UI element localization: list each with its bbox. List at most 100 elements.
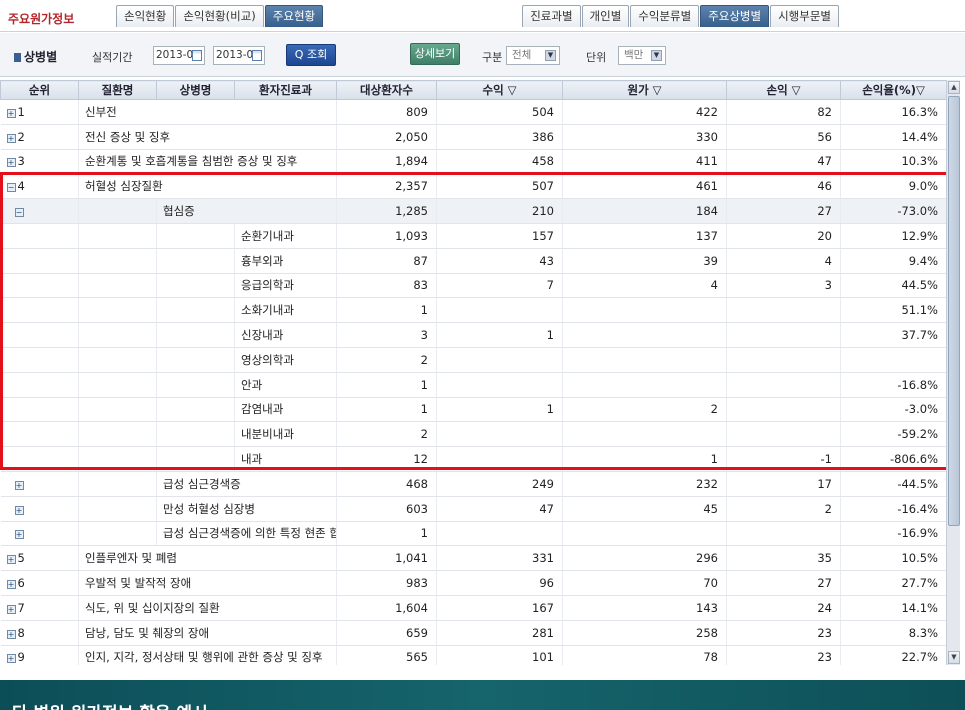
- main-tab-1[interactable]: 손익현황(비교): [175, 5, 264, 27]
- profit-cell: 47: [726, 149, 841, 175]
- column-header-6[interactable]: 원가 ▽: [562, 80, 727, 100]
- table-row[interactable]: +5 인플루엔자 및 폐렴 1,041 331 296 35 10.5%: [0, 545, 946, 572]
- chevron-down-icon[interactable]: ▼: [545, 50, 556, 61]
- table-row[interactable]: +8 담낭, 담도 및 췌장의 장애 659 281 258 23 8.3%: [0, 620, 946, 646]
- table-row[interactable]: 흉부외과 87 43 39 4 9.4%: [0, 248, 946, 274]
- expand-icon[interactable]: +: [14, 480, 24, 490]
- table-row[interactable]: + 만성 허혈성 심장병 603 47 45 2 -16.4%: [0, 496, 946, 522]
- table-body: +1 신부전 809 504 422 82 16.3% +2 전신 증상 및 징후 2,050 38…: [0, 99, 946, 665]
- table-row[interactable]: − 협심증 1,285 210 184 27 -73.0%: [0, 198, 946, 224]
- department-cell: 내과: [234, 446, 337, 472]
- table-row[interactable]: 신장내과 3 1 37.7%: [0, 322, 946, 348]
- table-row[interactable]: +1 신부전 809 504 422 82 16.3%: [0, 99, 946, 125]
- patients-cell: 1,041: [336, 545, 437, 572]
- cost-cell: [562, 372, 727, 398]
- patients-cell: 1: [336, 372, 437, 398]
- calendar-icon[interactable]: [252, 50, 262, 61]
- patients-cell: 565: [336, 645, 437, 665]
- main-tab-0[interactable]: 손익현황: [116, 5, 175, 27]
- table-row[interactable]: + 급성 심근경색증 468 249 232 17 -44.5%: [0, 471, 946, 497]
- column-header-8[interactable]: 손익율(%)▽: [840, 80, 946, 100]
- table-row[interactable]: −4 허혈성 심장질환 2,357 507 461 46 9.0%: [0, 173, 946, 200]
- scroll-down-icon[interactable]: ▼: [948, 651, 960, 664]
- diagnosis-cell: [156, 297, 235, 324]
- sub-tab-4[interactable]: 시행부문별: [770, 5, 839, 27]
- patients-cell: 809: [336, 99, 437, 125]
- table-row[interactable]: 내과 12 1 -1 -806.6%: [0, 446, 946, 472]
- collapse-icon[interactable]: −: [6, 183, 16, 193]
- rank-cell: +5: [0, 545, 79, 572]
- diagnosis-cell: [156, 372, 235, 398]
- scroll-up-icon[interactable]: ▲: [948, 81, 960, 94]
- patients-cell: 1,285: [336, 198, 437, 224]
- profit-cell: 20: [726, 223, 841, 249]
- search-button[interactable]: Q 조회: [286, 44, 336, 66]
- table-row[interactable]: 내분비내과 2 -59.2%: [0, 421, 946, 448]
- expand-icon[interactable]: +: [6, 108, 16, 118]
- column-header-5[interactable]: 수익 ▽: [436, 80, 563, 100]
- expand-icon[interactable]: +: [6, 629, 16, 639]
- column-header-1[interactable]: 질환명: [78, 80, 157, 100]
- revenue-cell: [436, 421, 563, 448]
- category-label: 구분: [482, 51, 503, 64]
- profit-cell: 82: [726, 99, 841, 125]
- unit-select[interactable]: 백만 ▼: [618, 46, 666, 65]
- date-from-input[interactable]: 2013-04: [153, 46, 205, 65]
- table-row[interactable]: 영상의학과 2: [0, 347, 946, 373]
- table-row[interactable]: + 급성 심근경색증에 의한 특정 현존 합 1 -16.9%: [0, 521, 946, 547]
- expand-icon[interactable]: +: [6, 654, 16, 664]
- revenue-cell: [436, 372, 563, 398]
- rank-cell: +1: [0, 99, 79, 125]
- scroll-thumb[interactable]: [948, 96, 960, 526]
- table-row[interactable]: 안과 1 -16.8%: [0, 372, 946, 398]
- table-row[interactable]: 순환기내과 1,093 157 137 20 12.9%: [0, 223, 946, 249]
- sub-tab-1[interactable]: 개인별: [581, 5, 630, 27]
- column-header-0[interactable]: 순위: [0, 80, 79, 100]
- chevron-down-icon[interactable]: ▼: [651, 50, 662, 61]
- cost-cell: [562, 322, 727, 348]
- sub-tab-2[interactable]: 수익분류별: [630, 5, 700, 27]
- cost-cell: 330: [562, 124, 727, 150]
- expand-icon[interactable]: +: [6, 580, 16, 590]
- expand-icon[interactable]: +: [6, 604, 16, 614]
- main-tab-2[interactable]: 주요현황: [264, 5, 324, 27]
- cost-cell: 4: [562, 273, 727, 299]
- expand-icon[interactable]: +: [14, 530, 24, 540]
- rank-cell: −: [0, 198, 79, 224]
- expand-icon[interactable]: +: [14, 505, 24, 515]
- column-header-7[interactable]: 손익 ▽: [726, 80, 841, 100]
- cost-cell: 2: [562, 397, 727, 423]
- expand-icon[interactable]: +: [6, 158, 16, 168]
- column-header-3[interactable]: 환자진료과: [234, 80, 337, 100]
- vertical-scrollbar[interactable]: ▲ ▼: [946, 80, 960, 665]
- patients-cell: 1,894: [336, 149, 437, 175]
- table-row[interactable]: +9 인지, 지각, 정서상태 및 행위에 관한 증상 및 징후 565 101 78 2…: [0, 645, 946, 665]
- table-row[interactable]: +2 전신 증상 및 징후 2,050 386 330 56 14.4%: [0, 124, 946, 150]
- detail-view-button[interactable]: 상세보기: [410, 43, 460, 65]
- disease-cell: [78, 248, 157, 274]
- table-row[interactable]: 감염내과 1 1 2 -3.0%: [0, 397, 946, 423]
- table-row[interactable]: 응급의학과 83 7 4 3 44.5%: [0, 273, 946, 299]
- date-to-input[interactable]: 2013-04: [213, 46, 265, 65]
- cost-cell: [562, 421, 727, 448]
- sub-tab-3[interactable]: 주요상병별: [700, 5, 770, 27]
- diagnosis-cell: 급성 심근경색증에 의한 특정 현존 합: [156, 521, 337, 547]
- sub-tab-0[interactable]: 진료과별: [522, 5, 581, 27]
- expand-icon[interactable]: +: [6, 133, 16, 143]
- table-row[interactable]: +3 순환계통 및 호흡계통을 침범한 증상 및 징후 1,894 458 411 47 1…: [0, 149, 946, 175]
- cost-cell: 296: [562, 545, 727, 572]
- table-row[interactable]: +7 식도, 위 및 십이지장의 질환 1,604 167 143 24 14.1%: [0, 595, 946, 621]
- profit-rate-cell: 12.9%: [840, 223, 946, 249]
- category-select[interactable]: 전체 ▼: [506, 46, 560, 65]
- calendar-icon[interactable]: [192, 50, 202, 61]
- main-tabs: 손익현황 손익현황(비교) 주요현황: [116, 5, 324, 27]
- collapse-icon[interactable]: −: [14, 208, 24, 218]
- expand-icon[interactable]: +: [6, 555, 16, 565]
- rank-cell: +6: [0, 570, 79, 596]
- table-row[interactable]: 소화기내과 1 51.1%: [0, 297, 946, 324]
- table-row[interactable]: +6 우발적 및 발작적 장애 983 96 70 27 27.7%: [0, 570, 946, 596]
- column-header-4[interactable]: 대상환자수: [336, 80, 437, 100]
- profit-rate-cell: 10.3%: [840, 149, 946, 175]
- column-header-2[interactable]: 상병명: [156, 80, 235, 100]
- department-cell: 영상의학과: [234, 347, 337, 373]
